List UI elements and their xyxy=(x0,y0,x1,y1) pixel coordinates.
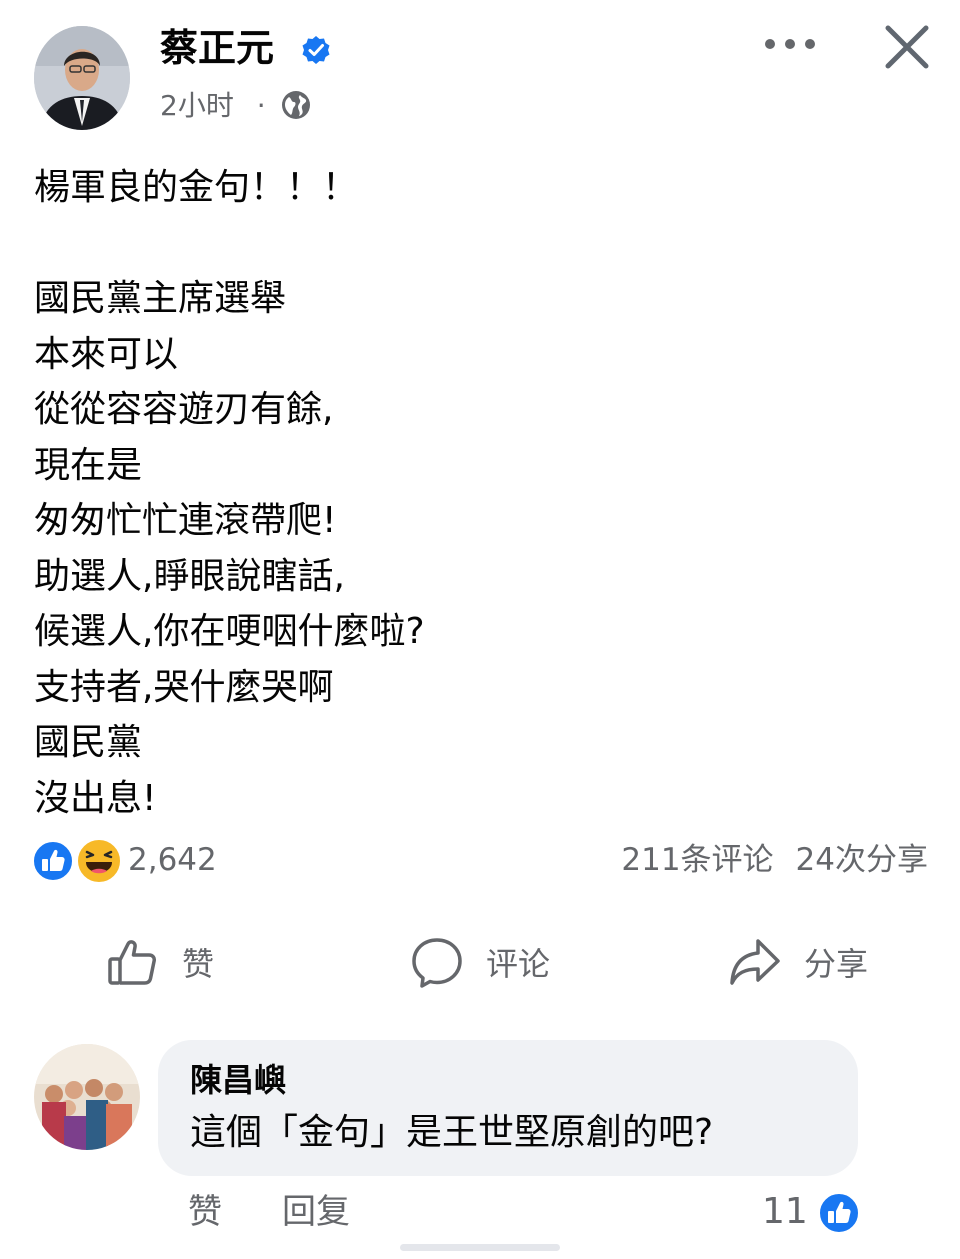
like-reaction-icon[interactable] xyxy=(818,1192,860,1234)
haha-reaction-icon[interactable] xyxy=(76,838,122,884)
verified-badge-icon xyxy=(302,36,330,64)
author-avatar[interactable] xyxy=(34,26,130,130)
post-stats: 211条评论 24次分享 xyxy=(621,838,928,882)
comment-reply-button[interactable]: 回复 xyxy=(282,1188,350,1236)
post-author-name[interactable]: 蔡正元 xyxy=(160,24,274,72)
comment-count[interactable]: 211条评论 xyxy=(621,842,773,878)
share-button[interactable]: 分享 xyxy=(728,930,868,994)
comment-like-count[interactable]: 11 xyxy=(762,1188,808,1236)
like-label: 赞 xyxy=(182,945,215,983)
share-count[interactable]: 24次分享 xyxy=(796,842,928,878)
like-reaction-icon[interactable] xyxy=(32,840,74,882)
comment-bubble-icon xyxy=(412,938,462,988)
globe-icon xyxy=(282,91,310,119)
share-label: 分享 xyxy=(804,945,869,983)
more-icon[interactable] xyxy=(762,34,818,54)
comment-label: 评论 xyxy=(486,945,551,983)
like-button[interactable]: 赞 xyxy=(106,930,214,994)
comment-text: 這個「金句」是王世堅原創的吧? xyxy=(190,1112,714,1153)
comment-button[interactable]: 评论 xyxy=(410,930,550,994)
meta-separator: · xyxy=(256,89,266,122)
commenter-name[interactable]: 陳昌嶼 xyxy=(190,1058,286,1102)
post-text: 楊軍良的金句！！！ 國民黨主席選舉 本來可以 從從容容遊刃有餘, 現在是 匆匆忙… xyxy=(34,167,425,819)
home-indicator xyxy=(400,1244,560,1251)
comment-like-button[interactable]: 赞 xyxy=(188,1188,222,1236)
close-icon[interactable] xyxy=(882,22,932,72)
share-arrow-icon xyxy=(730,939,780,985)
commenter-avatar[interactable] xyxy=(34,1044,140,1150)
post-meta: 2小时 · xyxy=(160,86,266,126)
post-time[interactable]: 2小时 xyxy=(160,89,234,122)
thumbs-up-icon xyxy=(108,940,156,985)
reaction-count[interactable]: 2,642 xyxy=(128,838,217,882)
